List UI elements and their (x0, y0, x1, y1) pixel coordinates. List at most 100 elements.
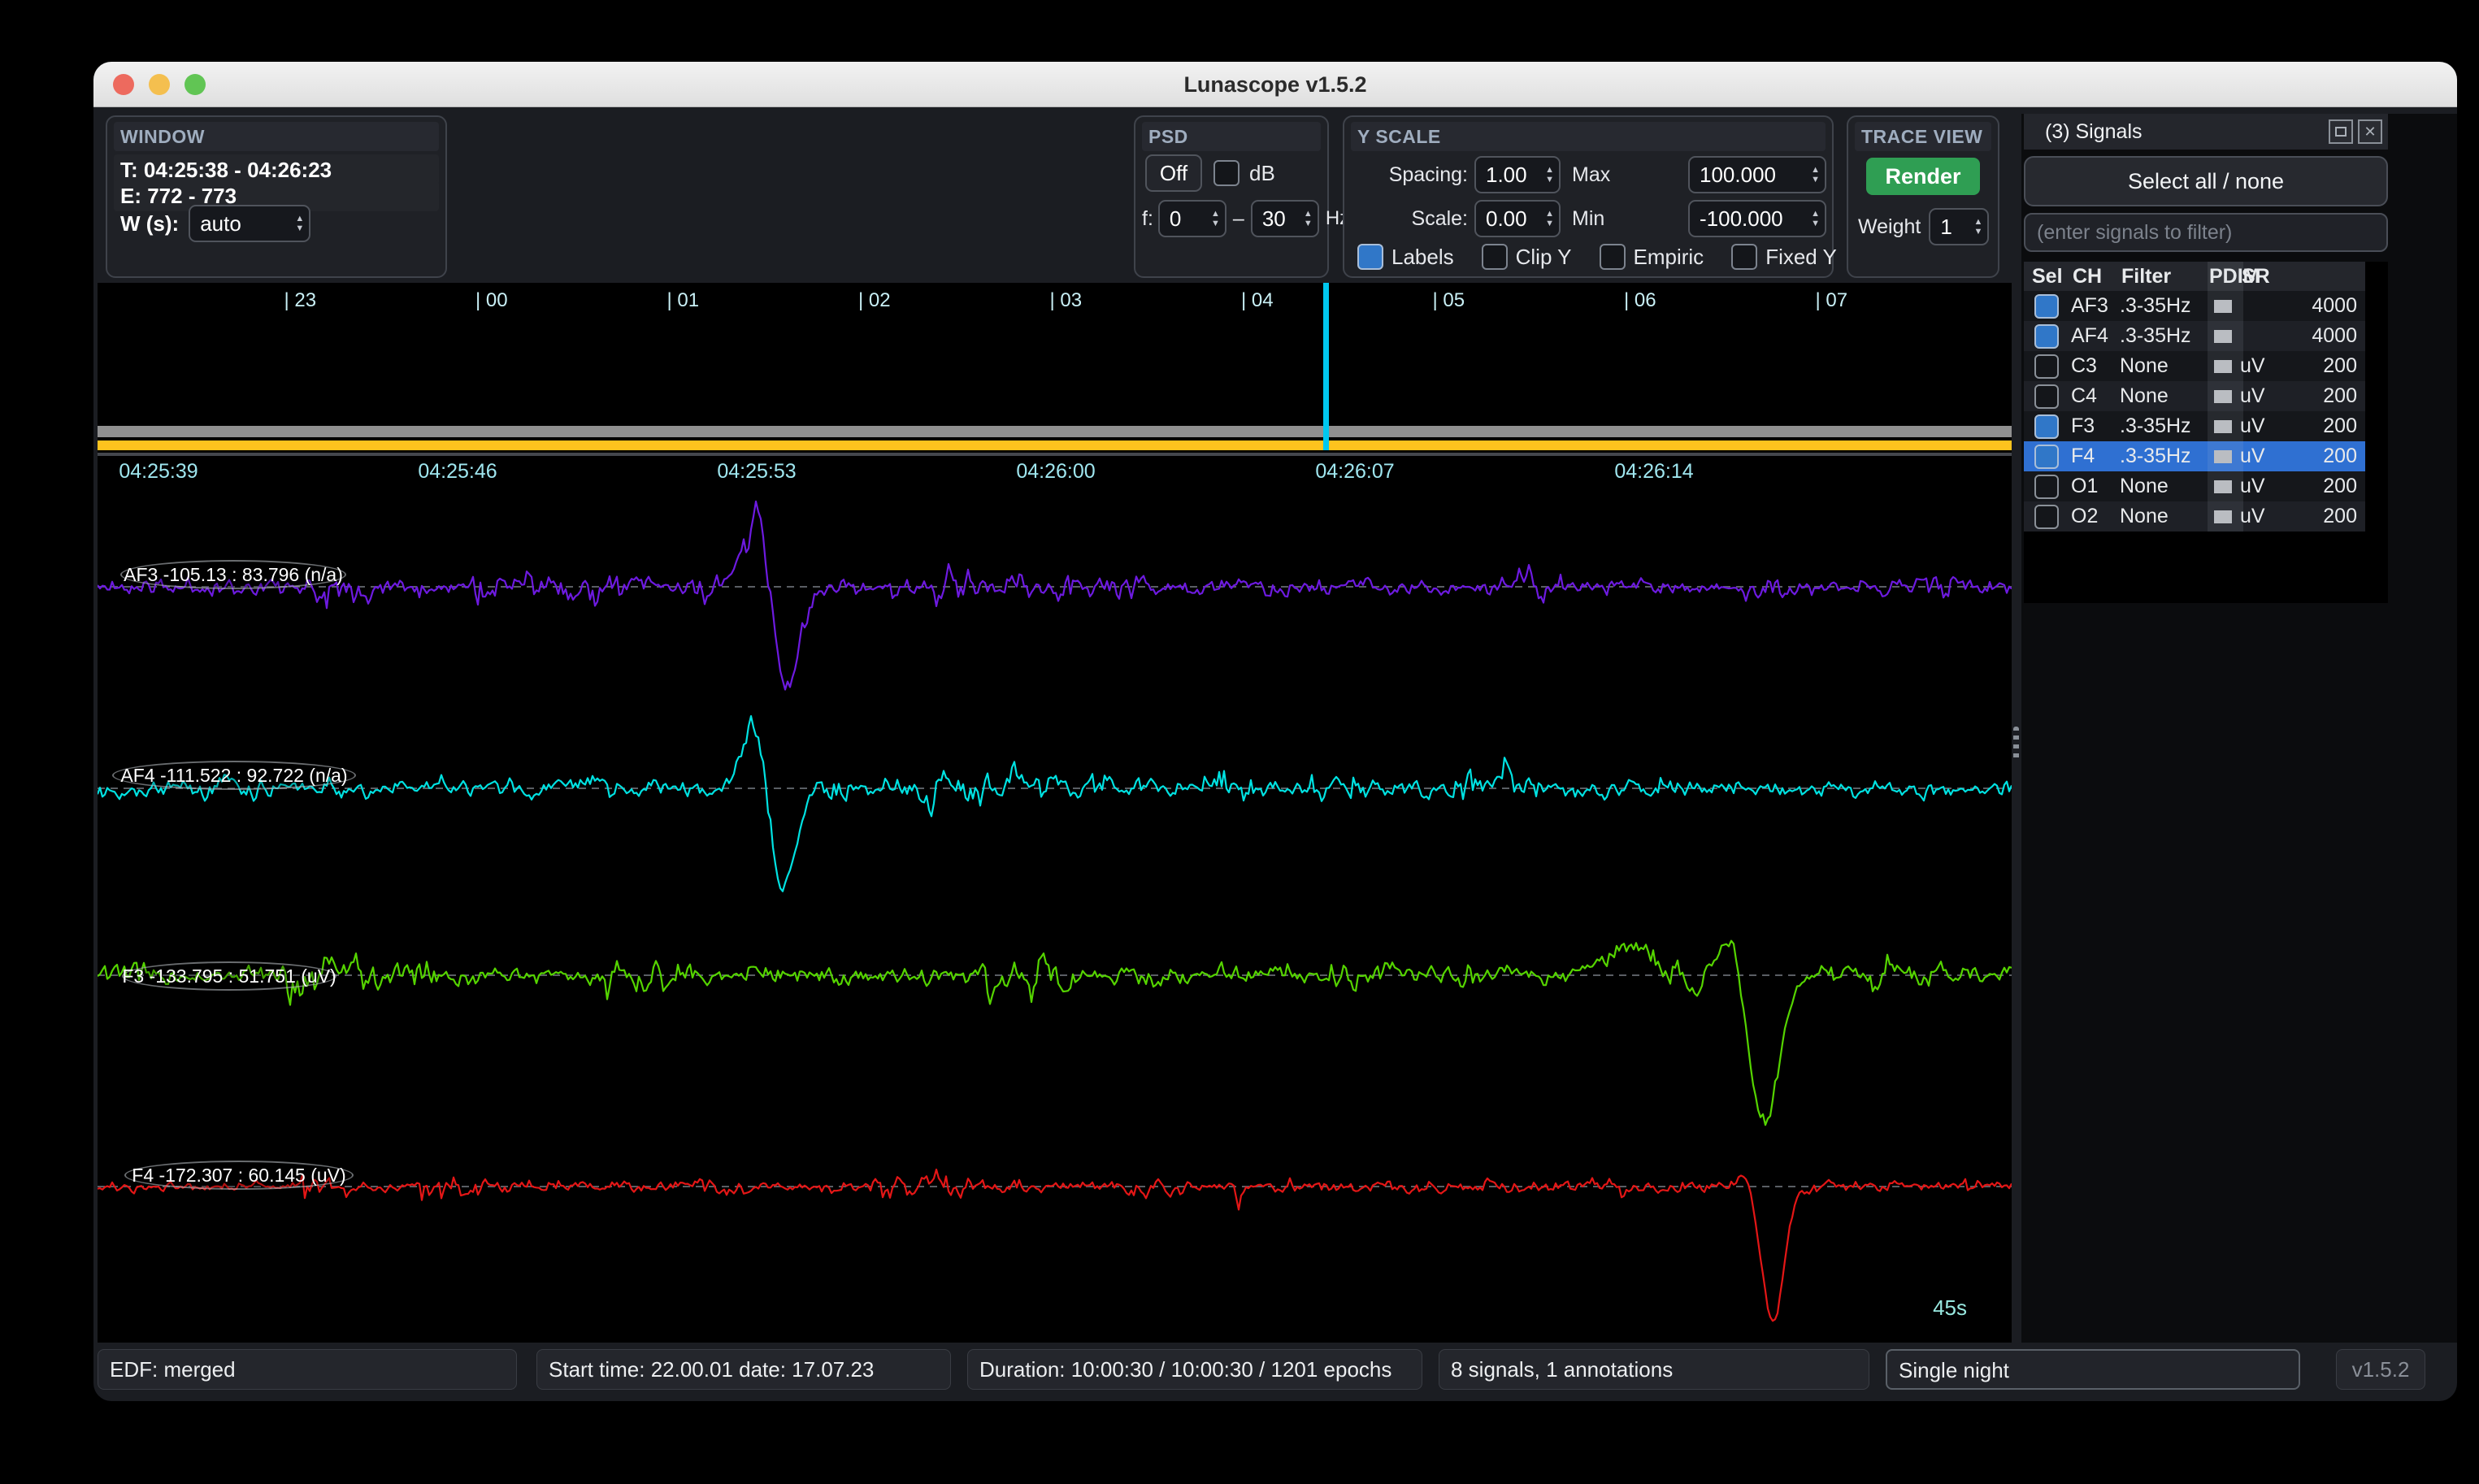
spinner-arrows-icon[interactable]: ▲▼ (290, 215, 304, 232)
panel-float-icon[interactable] (2329, 119, 2353, 144)
signal-samplerate: 200 (2302, 384, 2365, 408)
night-mode-select[interactable]: Single night (1886, 1349, 2300, 1390)
signal-filter: None (2120, 354, 2208, 378)
signal-row-f4[interactable]: F4.3-35HzuV200 (2024, 441, 2365, 471)
scale-spinner[interactable]: 0.00 ▲▼ (1474, 200, 1561, 237)
max-spinner[interactable]: 100.000 ▲▼ (1688, 156, 1826, 193)
window-length-badge: 45s (1933, 1295, 1967, 1321)
column-header-filter[interactable]: Filter (2120, 265, 2208, 289)
render-button[interactable]: Render (1866, 158, 1980, 195)
signal-channel: C3 (2071, 354, 2120, 378)
signal-select-checkbox[interactable] (2034, 384, 2059, 409)
spinner-arrows-icon[interactable]: ▲▼ (1299, 210, 1313, 228)
signal-color-swatch (2214, 420, 2232, 433)
y-scale-checkbox-row: LabelsClip YEmpiricFixed Y (1357, 244, 1837, 270)
psd-f-label: f: (1142, 207, 1153, 231)
app-window: Lunascope v1.5.2 WINDOW T: 04:25:38 - 04… (93, 62, 2457, 1401)
psd-fmax-spinner[interactable]: 30 ▲▼ (1251, 200, 1319, 237)
scale-value: 0.00 (1486, 206, 1527, 232)
spinner-arrows-icon[interactable]: ▲▼ (1806, 167, 1820, 184)
min-spinner[interactable]: -100.000 ▲▼ (1688, 200, 1826, 237)
screen: Lunascope v1.5.2 WINDOW T: 04:25:38 - 04… (0, 0, 2479, 1484)
signal-pdim: uV (2240, 384, 2302, 408)
y-scale-panel-title: Y SCALE (1351, 122, 1826, 151)
column-header-sr[interactable]: SR (2240, 265, 2302, 289)
signal-color-swatch (2214, 330, 2232, 343)
signal-color-swatch (2214, 300, 2232, 313)
trace-label-f3: F3 -133.795 : 51.751 (uV) (122, 961, 336, 991)
min-value: -100.000 (1700, 206, 1783, 232)
signal-channel: AF4 (2071, 324, 2120, 348)
signal-row-c4[interactable]: C4NoneuV200 (2024, 381, 2365, 411)
column-header-pdim[interactable]: PDIM (2208, 265, 2240, 289)
signal-select-checkbox[interactable] (2034, 414, 2059, 439)
checkbox-label: Labels (1391, 245, 1454, 270)
select-all-none-button[interactable]: Select all / none (2024, 156, 2388, 206)
labels-checkbox[interactable] (1357, 244, 1383, 270)
signal-samplerate: 200 (2302, 475, 2365, 498)
column-header-sel[interactable]: Sel (2024, 265, 2071, 289)
signal-filter: .3-35Hz (2120, 294, 2208, 318)
empiric-checkbox[interactable] (1600, 244, 1626, 270)
spacing-spinner[interactable]: 1.00 ▲▼ (1474, 156, 1561, 193)
spinner-arrows-icon[interactable]: ▲▼ (1806, 210, 1820, 228)
psd-fmin-spinner[interactable]: 0 ▲▼ (1158, 200, 1226, 237)
weight-spinner[interactable]: 1 ▲▼ (1929, 208, 1989, 245)
signal-select-checkbox[interactable] (2034, 505, 2059, 529)
signals-table-body: AF3.3-35Hz4000AF4.3-35Hz4000C3NoneuV200C… (2024, 291, 2388, 532)
window-panel-title: WINDOW (114, 122, 439, 151)
signal-filter: .3-35Hz (2120, 445, 2208, 468)
signal-row-af3[interactable]: AF3.3-35Hz4000 (2024, 291, 2365, 321)
signal-pdim: uV (2240, 475, 2302, 498)
spinner-arrows-icon[interactable]: ▲▼ (1206, 210, 1220, 228)
panel-resize-handle[interactable] (2013, 727, 2019, 762)
trace-label-af3: AF3 -105.13 : 83.796 (n/a) (120, 560, 346, 589)
max-value: 100.000 (1700, 163, 1776, 188)
signal-select-checkbox[interactable] (2034, 475, 2059, 499)
signal-filter-input[interactable] (2024, 213, 2388, 252)
psd-off-button[interactable]: Off (1145, 154, 1202, 192)
signal-select-checkbox[interactable] (2034, 324, 2059, 349)
signal-color-swatch (2214, 390, 2232, 403)
signal-trace-af4 (98, 716, 2012, 892)
signal-pdim: uV (2240, 414, 2302, 438)
trace-label-af4: AF4 -111.522 : 92.722 (n/a) (112, 761, 356, 790)
signal-row-c3[interactable]: C3NoneuV200 (2024, 351, 2365, 381)
titlebar: Lunascope v1.5.2 (93, 62, 2457, 107)
status-item: Duration: 10:00:30 / 10:00:30 / 1201 epo… (967, 1349, 1422, 1390)
version-label: v1.5.2 (2336, 1349, 2425, 1390)
window-title: Lunascope v1.5.2 (93, 72, 2457, 98)
y-scale-panel: Y SCALE Spacing: 1.00 ▲▼ Max 100.000 ▲▼ … (1343, 115, 1834, 278)
checkbox-label: Fixed Y (1765, 245, 1837, 270)
signal-row-af4[interactable]: AF4.3-35Hz4000 (2024, 321, 2365, 351)
signal-select-checkbox[interactable] (2034, 354, 2059, 379)
psd-range-dash: – (1233, 207, 1244, 231)
spacing-value: 1.00 (1486, 163, 1527, 188)
signal-traces-canvas (98, 283, 2012, 1343)
signal-filter: None (2120, 505, 2208, 528)
spinner-arrows-icon[interactable]: ▲▼ (1969, 219, 1982, 236)
signal-filter: .3-35Hz (2120, 414, 2208, 438)
signal-row-o2[interactable]: O2NoneuV200 (2024, 501, 2365, 532)
psd-db-label: dB (1249, 161, 1275, 186)
signal-filter: None (2120, 475, 2208, 498)
signals-panel: (3) Signals ✕ Select all / none SelCHFil… (2021, 114, 2457, 1343)
psd-panel-title: PSD (1142, 122, 1321, 151)
signals-table: SelCHFilterPDIMSR AF3.3-35Hz4000AF4.3-35… (2024, 262, 2388, 603)
fixed-y-checkbox[interactable] (1731, 244, 1757, 270)
signal-select-checkbox[interactable] (2034, 445, 2059, 469)
spinner-arrows-icon[interactable]: ▲▼ (1540, 167, 1554, 184)
signal-row-f3[interactable]: F3.3-35HzuV200 (2024, 411, 2365, 441)
signal-channel: C4 (2071, 384, 2120, 408)
column-header-ch[interactable]: CH (2071, 265, 2120, 289)
window-seconds-spinner[interactable]: auto ▲▼ (189, 205, 310, 242)
max-label: Max (1572, 163, 1610, 187)
panel-close-icon[interactable]: ✕ (2358, 119, 2382, 144)
clip-y-checkbox[interactable] (1482, 244, 1508, 270)
spinner-arrows-icon[interactable]: ▲▼ (1540, 210, 1554, 228)
min-label: Min (1572, 207, 1604, 231)
signal-row-o1[interactable]: O1NoneuV200 (2024, 471, 2365, 501)
status-item: Start time: 22.00.01 date: 17.07.23 (536, 1349, 951, 1390)
psd-db-checkbox[interactable] (1213, 160, 1240, 186)
signal-select-checkbox[interactable] (2034, 294, 2059, 319)
